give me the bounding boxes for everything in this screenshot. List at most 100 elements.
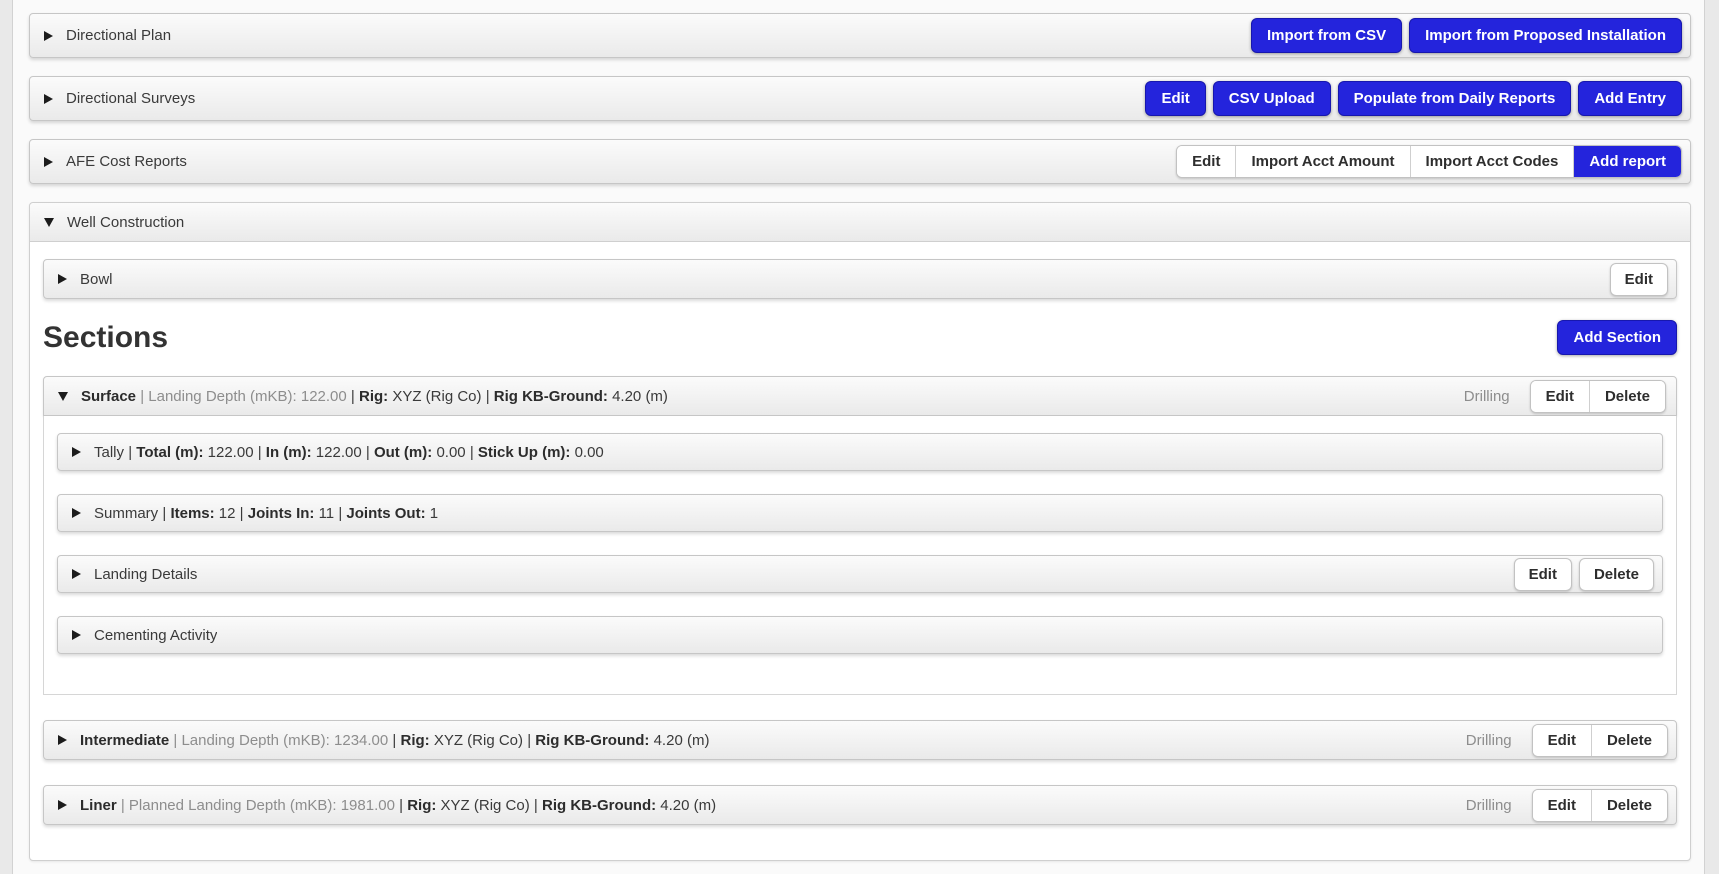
surface-edit-button[interactable]: Edit — [1531, 381, 1590, 412]
intermediate-actions: Drilling Edit Delete — [1466, 724, 1668, 757]
section-intermediate-title: Intermediate | Landing Depth (mKB): 1234… — [80, 732, 709, 749]
liner-button-group: Edit Delete — [1532, 789, 1668, 822]
intermediate-button-group: Edit Delete — [1532, 724, 1668, 757]
joints-out-label: Joints Out: — [346, 505, 425, 522]
liner-status-badge: Drilling — [1466, 797, 1512, 814]
rig-kb-ground-label: Rig KB-Ground: — [494, 388, 608, 405]
triangle-right-icon — [72, 447, 81, 457]
import-from-proposed-installation-button[interactable]: Import from Proposed Installation — [1409, 18, 1682, 53]
section-surface: Surface | Landing Depth (mKB): 122.00 | … — [43, 376, 1677, 695]
accordion-bowl[interactable]: Bowl Edit — [43, 259, 1677, 299]
rig-label: Rig: — [407, 797, 436, 814]
tally-title: Tally | Total (m): 122.00 | In (m): 122.… — [94, 444, 604, 461]
add-entry-button[interactable]: Add Entry — [1578, 81, 1682, 116]
total-label: Total (m): — [136, 444, 203, 461]
accordion-afe-cost-reports[interactable]: AFE Cost Reports Edit Import Acct Amount… — [29, 139, 1691, 184]
well-construction-label: Well Construction — [67, 214, 184, 231]
separator: | — [392, 732, 396, 749]
well-construction-header[interactable]: Well Construction — [30, 203, 1690, 242]
well-construction-body: Bowl Edit Sections Add Section Surface |… — [30, 242, 1690, 860]
landing-details-label: Landing Details — [94, 566, 197, 583]
surface-actions: Drilling Edit Delete — [1464, 380, 1666, 413]
stick-up-label: Stick Up (m): — [478, 444, 571, 461]
directional-plan-actions: Import from CSV Import from Proposed Ins… — [1251, 18, 1682, 53]
bowl-edit-button[interactable]: Edit — [1610, 263, 1668, 296]
accordion-label: Directional Plan — [66, 27, 171, 44]
landing-details-delete-button[interactable]: Delete — [1579, 558, 1654, 591]
liner-actions: Drilling Edit Delete — [1466, 789, 1668, 822]
section-name: Liner — [80, 797, 117, 814]
bowl-actions: Edit — [1610, 263, 1668, 296]
directional-surveys-actions: Edit CSV Upload Populate from Daily Repo… — [1145, 81, 1682, 116]
triangle-right-icon — [72, 630, 81, 640]
separator: | — [258, 444, 262, 461]
accordion-tally[interactable]: Tally | Total (m): 122.00 | In (m): 122.… — [57, 433, 1663, 471]
rig-label: Rig: — [359, 388, 388, 405]
summary-title: Summary | Items: 12 | Joints In: 11 | Jo… — [94, 505, 438, 522]
main-content-panel: Directional Plan Import from CSV Import … — [12, 0, 1705, 874]
liner-delete-button[interactable]: Delete — [1592, 790, 1667, 821]
triangle-right-icon — [72, 508, 81, 518]
import-acct-codes-button[interactable]: Import Acct Codes — [1411, 146, 1575, 177]
accordion-label: AFE Cost Reports — [66, 153, 187, 170]
intermediate-delete-button[interactable]: Delete — [1592, 725, 1667, 756]
summary-label: Summary — [94, 505, 158, 522]
add-section-button[interactable]: Add Section — [1557, 320, 1677, 355]
triangle-right-icon — [44, 94, 53, 104]
triangle-right-icon — [44, 157, 53, 167]
import-acct-amount-button[interactable]: Import Acct Amount — [1236, 146, 1410, 177]
section-name: Intermediate — [80, 732, 169, 749]
rig-kb-ground-value: 4.20 (m) — [612, 388, 668, 405]
section-surface-header[interactable]: Surface | Landing Depth (mKB): 122.00 | … — [43, 376, 1677, 416]
items-label: Items: — [170, 505, 214, 522]
triangle-right-icon — [44, 31, 53, 41]
add-report-button[interactable]: Add report — [1574, 146, 1681, 177]
accordion-directional-plan[interactable]: Directional Plan Import from CSV Import … — [29, 13, 1691, 58]
import-from-csv-button[interactable]: Import from CSV — [1251, 18, 1402, 53]
rig-value: XYZ (Rig Co) — [392, 388, 481, 405]
surface-button-group: Edit Delete — [1530, 380, 1666, 413]
separator: | — [470, 444, 474, 461]
rig-kb-ground-value: 4.20 (m) — [654, 732, 710, 749]
joints-out-value: 1 — [430, 505, 438, 522]
section-surface-title: Surface | Landing Depth (mKB): 122.00 | … — [81, 388, 668, 405]
rig-value: XYZ (Rig Co) — [441, 797, 530, 814]
sections-header-row: Sections Add Section — [43, 318, 1677, 357]
separator: | — [366, 444, 370, 461]
triangle-right-icon — [72, 569, 81, 579]
joints-in-label: Joints In: — [248, 505, 315, 522]
csv-upload-button[interactable]: CSV Upload — [1213, 81, 1331, 116]
triangle-down-icon — [58, 392, 68, 401]
edit-button[interactable]: Edit — [1145, 81, 1205, 116]
accordion-directional-surveys[interactable]: Directional Surveys Edit CSV Upload Popu… — [29, 76, 1691, 121]
liner-edit-button[interactable]: Edit — [1533, 790, 1592, 821]
landing-details-edit-button[interactable]: Edit — [1514, 558, 1572, 591]
rig-kb-ground-label: Rig KB-Ground: — [535, 732, 649, 749]
afe-cost-reports-actions: Edit Import Acct Amount Import Acct Code… — [1176, 145, 1682, 178]
edit-button[interactable]: Edit — [1177, 146, 1236, 177]
rig-kb-ground-label: Rig KB-Ground: — [542, 797, 656, 814]
accordion-summary[interactable]: Summary | Items: 12 | Joints In: 11 | Jo… — [57, 494, 1663, 532]
section-liner-header[interactable]: Liner | Planned Landing Depth (mKB): 198… — [43, 785, 1677, 825]
surface-status-badge: Drilling — [1464, 388, 1510, 405]
separator: | — [162, 505, 166, 522]
section-landing-depth: | Planned Landing Depth (mKB): 1981.00 — [121, 797, 395, 814]
accordion-landing-details[interactable]: Landing Details Edit Delete — [57, 555, 1663, 593]
separator: | — [351, 388, 355, 405]
in-value: 122.00 — [316, 444, 362, 461]
triangle-right-icon — [58, 274, 67, 284]
triangle-right-icon — [58, 800, 67, 810]
joints-in-value: 11 — [319, 505, 335, 522]
accordion-cementing-activity[interactable]: Cementing Activity — [57, 616, 1663, 654]
section-name: Surface — [81, 388, 136, 405]
rig-value: XYZ (Rig Co) — [434, 732, 523, 749]
separator: | — [128, 444, 132, 461]
populate-from-daily-reports-button[interactable]: Populate from Daily Reports — [1338, 81, 1572, 116]
in-label: In (m): — [266, 444, 312, 461]
intermediate-edit-button[interactable]: Edit — [1533, 725, 1592, 756]
surface-delete-button[interactable]: Delete — [1590, 381, 1665, 412]
landing-details-actions: Edit Delete — [1514, 558, 1654, 591]
section-intermediate-header[interactable]: Intermediate | Landing Depth (mKB): 1234… — [43, 720, 1677, 760]
section-landing-depth: | Landing Depth (mKB): 1234.00 — [173, 732, 388, 749]
afe-button-group: Edit Import Acct Amount Import Acct Code… — [1176, 145, 1682, 178]
